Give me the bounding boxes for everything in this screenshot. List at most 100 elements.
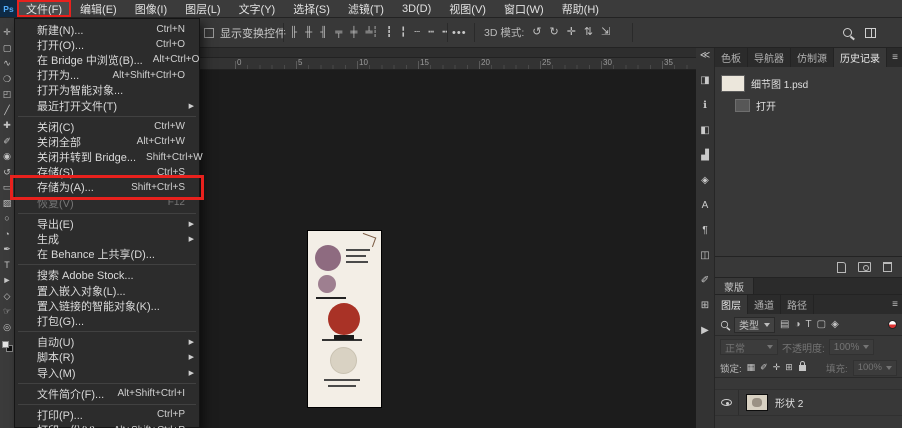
file-menu-item[interactable]: 打印一份(Y) Alt+Shift+Ctrl+P — [15, 423, 199, 428]
file-menu-item[interactable]: 置入链接的智能对象(K)... — [15, 298, 199, 313]
document-canvas[interactable] — [308, 231, 381, 407]
new-snapshot-icon[interactable] — [858, 262, 871, 272]
file-menu-item[interactable]: 存储为(A)... Shift+Ctrl+S — [10, 174, 204, 201]
形状 2[interactable]: 形状 2 — [715, 389, 902, 416]
lock-all-icon[interactable] — [798, 360, 806, 371]
lock-transparency-icon[interactable]: ▦ — [747, 362, 756, 373]
file-menu-item[interactable]: 在 Bridge 中浏览(B)... Alt+Ctrl+O — [15, 52, 199, 67]
healing-brush-tool[interactable]: ✚ — [3, 121, 11, 130]
search-icon[interactable] — [843, 28, 852, 37]
file-menu-item[interactable] — [15, 262, 199, 268]
show-transform-checkbox[interactable] — [204, 27, 214, 38]
libraries-panel-icon[interactable]: ⊞ — [701, 301, 709, 311]
lock-pixels-icon[interactable]: ✐ — [760, 362, 768, 373]
file-menu-item[interactable]: 导出(E) — [15, 216, 199, 231]
menubar-item[interactable]: 滤镜(T) — [339, 0, 393, 17]
marquee-tool[interactable]: ▢ — [3, 43, 12, 53]
adjustments-panel-icon[interactable]: ◨ — [700, 76, 709, 86]
paragraph-panel-icon[interactable]: ¶ — [702, 226, 707, 236]
new-document-from-state-icon[interactable] — [837, 261, 846, 273]
menubar-item[interactable]: 3D(D) — [393, 0, 440, 17]
color-swatches[interactable] — [1, 341, 13, 352]
panel-tab[interactable]: 路径 — [781, 295, 814, 314]
menubar-item[interactable]: 视图(V) — [440, 0, 495, 17]
layer-thumbnail[interactable] — [746, 394, 768, 411]
3d-rotate-icon[interactable]: ↺ — [532, 27, 541, 38]
styles-panel-icon[interactable]: ◈ — [701, 176, 709, 186]
type-tool[interactable]: T — [4, 260, 10, 270]
3d-slide-icon[interactable]: ⇅ — [584, 27, 593, 38]
menubar-item[interactable]: 文字(Y) — [230, 0, 285, 17]
smart-object-filter-icon[interactable]: ◈ — [831, 319, 839, 330]
more-options-button[interactable]: ••• — [452, 18, 467, 47]
blend-mode-select[interactable]: 正常 — [720, 339, 778, 355]
hand-tool[interactable]: ☞ — [3, 307, 11, 316]
panel-menu-icon[interactable]: ≡ — [892, 295, 898, 314]
workspace-switcher-icon[interactable] — [865, 27, 876, 38]
distribute-vertical-centers-icon[interactable]: ┇ — [386, 27, 392, 38]
clone-source-panel-icon[interactable]: ◫ — [700, 251, 709, 261]
histogram-panel-icon[interactable]: ▟ — [701, 151, 709, 161]
gradient-tool[interactable]: ▨ — [3, 198, 12, 208]
history-state-row[interactable]: 打开 — [715, 95, 902, 115]
visibility-toggle[interactable] — [715, 390, 739, 415]
file-menu-item[interactable]: 打开为... Alt+Shift+Ctrl+O — [15, 68, 199, 83]
timeline-panel-icon[interactable]: ▶ — [701, 326, 709, 336]
distribute-bottom-icon[interactable]: ╏ — [400, 27, 406, 38]
panel-tab[interactable]: 导航器 — [748, 48, 791, 67]
3d-drag-icon[interactable]: ✛ — [567, 27, 576, 38]
align-top-edges-icon[interactable]: ╤ — [335, 27, 342, 38]
dodge-tool[interactable]: ◔ — [4, 229, 9, 239]
file-menu-item[interactable] — [15, 401, 199, 407]
file-menu-item[interactable]: 自动(U) — [15, 335, 199, 350]
file-menu-item[interactable]: 文件简介(F)... Alt+Shift+Ctrl+I — [15, 386, 199, 401]
filter-toggle-icon[interactable] — [888, 320, 897, 329]
pixel-layer-filter-icon[interactable]: ▤ — [780, 319, 789, 330]
menubar-item[interactable]: 图层(L) — [176, 0, 229, 17]
history-snapshot-row[interactable]: 细节图 1.psd — [715, 71, 902, 95]
pen-tool[interactable]: ✒ — [3, 245, 11, 254]
quick-selection-tool[interactable]: ❍ — [3, 74, 11, 84]
distribute-left-icon[interactable]: ┄ — [414, 27, 420, 38]
lock-position-icon[interactable]: ✛ — [773, 362, 781, 373]
file-menu-item[interactable]: 置入嵌入对象(L)... — [15, 283, 199, 298]
file-menu-item[interactable]: 打开为智能对象... — [15, 83, 199, 98]
panel-tab[interactable]: 图层 — [715, 295, 748, 314]
file-menu-item[interactable]: 新建(N)... Ctrl+N — [15, 22, 199, 37]
brush-tool[interactable]: ✐ — [3, 136, 11, 146]
panel-tab[interactable]: 色板 — [715, 48, 748, 67]
eraser-tool[interactable]: ▭ — [3, 183, 12, 192]
menubar-item[interactable]: 帮助(H) — [553, 0, 608, 17]
file-menu-item[interactable]: 关闭全部 Alt+Ctrl+W — [15, 134, 199, 149]
filter-type-select[interactable]: 类型 — [734, 316, 775, 333]
panel-menu-icon[interactable]: ≡ — [892, 48, 898, 67]
menubar-item[interactable]: 文件(F) — [17, 0, 72, 17]
distribute-top-icon[interactable]: ┆ — [372, 27, 378, 38]
foreground-color-swatch[interactable] — [1, 341, 9, 348]
character-panel-icon[interactable]: A — [702, 201, 709, 211]
type-layer-filter-icon[interactable]: T — [806, 319, 812, 330]
file-menu-item[interactable] — [15, 113, 199, 119]
fill-value-box[interactable]: 100% — [852, 359, 897, 376]
info-panel-icon[interactable]: ℹ — [703, 101, 707, 111]
lasso-tool[interactable]: ∿ — [3, 59, 11, 68]
delete-state-icon[interactable] — [883, 262, 892, 272]
blur-tool[interactable]: ○ — [4, 214, 9, 223]
panel-tab[interactable]: 通道 — [748, 295, 781, 314]
crop-tool[interactable]: ◰ — [3, 90, 12, 99]
menubar-item[interactable]: 编辑(E) — [71, 0, 126, 17]
file-menu-item[interactable]: 导入(M) — [15, 365, 199, 380]
file-menu-item[interactable]: 存储(S) Ctrl+S — [15, 165, 199, 180]
file-menu-item[interactable]: 关闭(C) Ctrl+W — [15, 119, 199, 134]
properties-panel-icon[interactable]: ◧ — [700, 126, 709, 136]
align-right-edges-icon[interactable]: ╢ — [320, 27, 327, 38]
file-menu-item[interactable]: 最近打开文件(T) — [15, 98, 199, 113]
move-tool[interactable]: ✛ — [3, 28, 11, 37]
shape-layer-filter-icon[interactable]: ▢ — [817, 319, 826, 330]
3d-roll-icon[interactable]: ↻ — [549, 27, 558, 38]
file-menu-item[interactable]: 打开(O)... Ctrl+O — [15, 37, 199, 52]
menubar-item[interactable]: 窗口(W) — [495, 0, 553, 17]
panel-tab[interactable]: 历史记录 — [834, 48, 887, 67]
align-left-edges-icon[interactable]: ╟ — [290, 27, 297, 38]
3d-scale-icon[interactable]: ⇲ — [601, 27, 610, 38]
